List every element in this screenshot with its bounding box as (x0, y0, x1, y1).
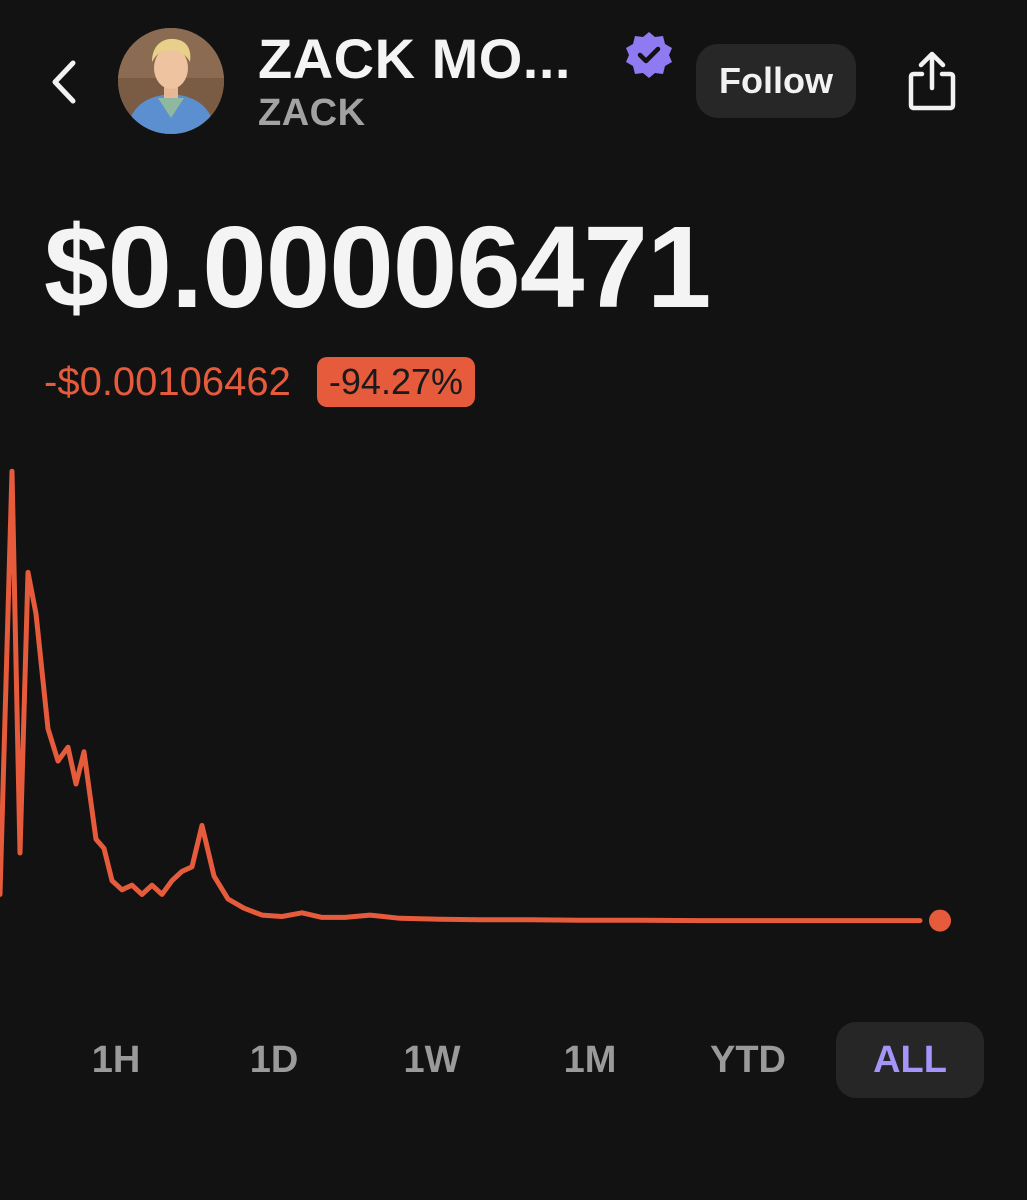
time-range-selector: 1H 1D 1W 1M YTD ALL (36, 1022, 988, 1098)
range-1w-button[interactable]: 1W (358, 1022, 506, 1098)
range-1m-button[interactable]: 1M (516, 1022, 664, 1098)
chevron-left-icon (52, 60, 76, 104)
avatar[interactable] (118, 28, 224, 134)
share-icon (908, 51, 956, 111)
token-ticker: ZACK (258, 92, 366, 134)
price-line (0, 468, 923, 924)
token-name: ZACK MO... (258, 27, 571, 90)
range-1h-button[interactable]: 1H (42, 1022, 190, 1098)
header: ZACK MO... ZACK Follow (0, 0, 1027, 170)
avatar-image (118, 28, 224, 134)
current-price-dot (929, 909, 951, 932)
follow-button[interactable]: Follow (696, 44, 856, 118)
range-ytd-button[interactable]: YTD (674, 1022, 822, 1098)
price-change: -$0.00106462 -94.27% (44, 356, 475, 408)
price-chart[interactable] (0, 440, 1027, 960)
change-percent-badge: -94.27% (316, 357, 475, 407)
range-1d-button[interactable]: 1D (200, 1022, 348, 1098)
share-button[interactable] (898, 44, 966, 118)
back-button[interactable] (36, 52, 92, 112)
change-amount: -$0.00106462 (44, 359, 291, 404)
current-price: $0.00006471 (44, 202, 711, 332)
range-all-button[interactable]: ALL (836, 1022, 984, 1098)
verified-badge-icon (626, 32, 672, 78)
